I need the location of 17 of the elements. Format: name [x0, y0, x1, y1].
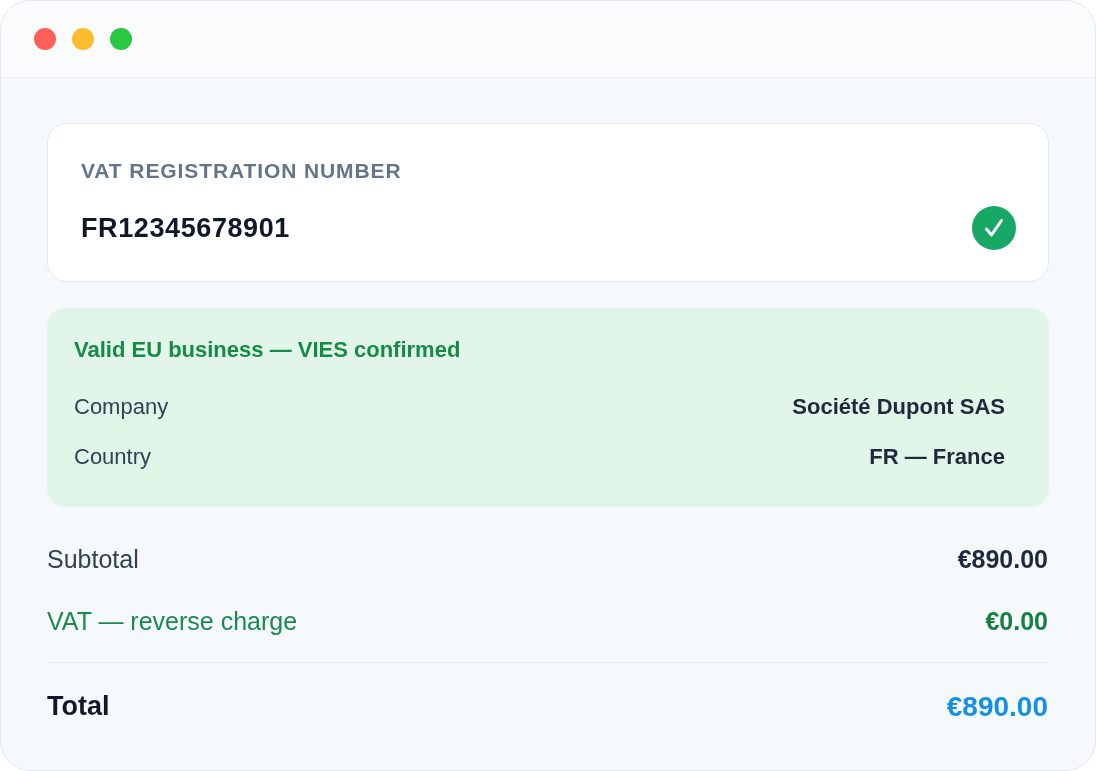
- summary-label: Total: [47, 691, 110, 722]
- summary-amount: €0.00: [985, 606, 1048, 636]
- field-label: VAT REGISTRATION NUMBER: [81, 158, 403, 184]
- summary-amount: €890.00: [957, 544, 1048, 574]
- summary-label: Subtotal: [47, 544, 139, 574]
- info-label: Country: [74, 444, 152, 470]
- info-label: Company: [74, 394, 169, 420]
- minimize-icon[interactable]: [72, 28, 94, 50]
- vat-number-field[interactable]: VAT REGISTRATION NUMBER FR12345678901: [47, 123, 1049, 282]
- info-value: FR — France: [869, 444, 1005, 470]
- summary-amount: €890.00: [946, 690, 1048, 723]
- summary-label: VAT — reverse charge: [47, 606, 298, 636]
- verification-title: Valid EU business — VIES confirmed: [74, 337, 462, 363]
- field-value: FR12345678901: [81, 212, 290, 245]
- info-value: Société Dupont SAS: [792, 394, 1005, 420]
- close-icon[interactable]: [34, 28, 56, 50]
- maximize-icon[interactable]: [110, 28, 132, 50]
